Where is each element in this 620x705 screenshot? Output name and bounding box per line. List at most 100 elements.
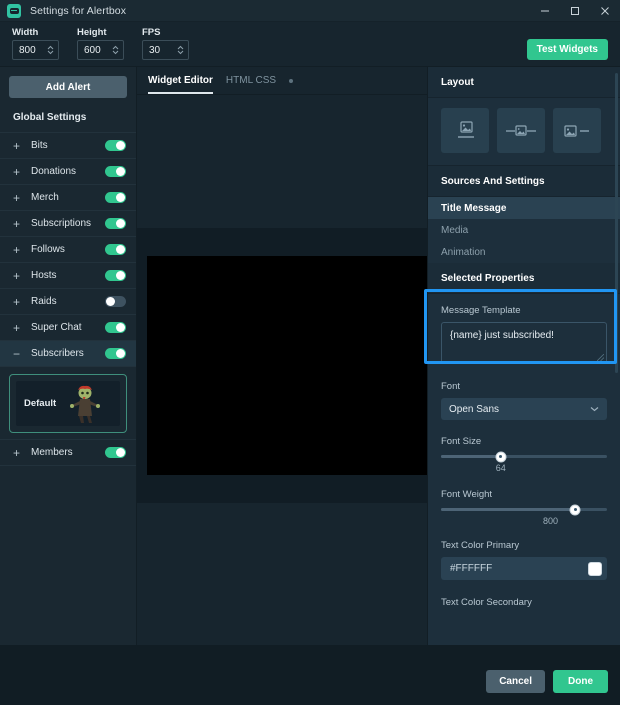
sidebar-item-members[interactable]: + Members [0, 440, 136, 466]
sidebar-item-raids[interactable]: + Raids [0, 289, 136, 315]
tab-widget-editor[interactable]: Widget Editor [148, 67, 213, 94]
window-title: Settings for Alertbox [30, 4, 127, 17]
color-swatch-icon[interactable] [588, 561, 602, 576]
sidebar-item-label: Bits [31, 140, 48, 151]
follows-toggle[interactable] [105, 244, 126, 255]
layout-image-above-text[interactable] [441, 108, 489, 153]
message-template-input[interactable]: {name} just subscribed! [441, 322, 607, 364]
panel-scrollbar[interactable] [615, 73, 618, 373]
minimize-icon[interactable] [530, 0, 560, 21]
font-weight-value: 800 [543, 516, 559, 526]
width-stepper-icon[interactable] [46, 44, 55, 56]
font-label: Font [441, 381, 461, 392]
layout-options [428, 98, 620, 166]
height-field-group: Height 600 [77, 27, 124, 60]
width-label: Width [12, 27, 39, 38]
editor-tabs: Widget Editor HTML CSS [137, 67, 427, 95]
preset-list: Default [0, 367, 136, 440]
sidebar-item-label: Members [31, 447, 73, 458]
zombie-character-image [70, 385, 100, 423]
done-button[interactable]: Done [553, 669, 608, 693]
source-item-title-message[interactable]: Title Message [428, 197, 620, 219]
widget-preview-area[interactable] [137, 95, 427, 645]
global-settings-heading: Global Settings [0, 106, 136, 133]
test-widgets-button[interactable]: Test Widgets [526, 39, 608, 60]
add-alert-button[interactable]: Add Alert [9, 76, 127, 98]
bits-toggle[interactable] [105, 140, 126, 151]
sidebar-item-donations[interactable]: + Donations [0, 159, 136, 185]
properties-scroll[interactable]: Layout Sources And Settings Title Messag… [428, 67, 620, 645]
resize-grip-icon[interactable] [597, 354, 604, 361]
font-size-control: Font Size 64 [441, 436, 607, 473]
sidebar-item-merch[interactable]: + Merch [0, 185, 136, 211]
height-stepper-icon[interactable] [111, 44, 120, 56]
tab-html-css[interactable]: HTML CSS [226, 67, 276, 94]
layout-text-inline[interactable] [497, 108, 545, 153]
sidebar-item-label: Merch [31, 192, 59, 203]
expand-plus-icon[interactable]: + [13, 218, 23, 230]
width-input[interactable]: 800 [12, 40, 59, 60]
expand-plus-icon[interactable]: + [13, 322, 23, 334]
layout-image-left-text[interactable] [553, 108, 601, 153]
preview-canvas[interactable] [147, 256, 427, 475]
expand-plus-icon[interactable]: + [13, 270, 23, 282]
chevron-down-icon [590, 404, 599, 415]
window-controls [530, 0, 620, 21]
fps-input[interactable]: 30 [142, 40, 189, 60]
close-icon[interactable] [590, 0, 620, 21]
raids-toggle[interactable] [105, 296, 126, 307]
properties-form: Message Template {name} just subscribed!… [428, 294, 620, 608]
super-chat-toggle[interactable] [105, 322, 126, 333]
text-color-primary-control: Text Color Primary #FFFFFF [441, 540, 607, 580]
cancel-button[interactable]: Cancel [486, 669, 545, 693]
font-size-slider[interactable] [441, 451, 607, 462]
hosts-toggle[interactable] [105, 270, 126, 281]
collapse-minus-icon[interactable]: − [13, 348, 23, 360]
text-color-primary-input[interactable]: #FFFFFF [441, 557, 607, 580]
subscriptions-toggle[interactable] [105, 218, 126, 229]
expand-plus-icon[interactable]: + [13, 140, 23, 152]
expand-plus-icon[interactable]: + [13, 166, 23, 178]
font-weight-control: Font Weight 800 [441, 489, 607, 526]
expand-plus-icon[interactable]: + [13, 192, 23, 204]
footer-bar: Cancel Done [0, 657, 620, 705]
height-input[interactable]: 600 [77, 40, 124, 60]
sidebar-item-subscriptions[interactable]: + Subscriptions [0, 211, 136, 237]
message-template-label: Message Template [441, 305, 521, 316]
sidebar: Add Alert Global Settings + Bits + Donat… [0, 67, 137, 645]
merch-toggle[interactable] [105, 192, 126, 203]
sidebar-item-follows[interactable]: + Follows [0, 237, 136, 263]
font-select[interactable]: Open Sans [441, 398, 607, 420]
sidebar-item-super-chat[interactable]: + Super Chat [0, 315, 136, 341]
sidebar-item-label: Raids [31, 296, 57, 307]
expand-plus-icon[interactable]: + [13, 244, 23, 256]
message-template-value: {name} just subscribed! [450, 330, 554, 341]
donations-toggle[interactable] [105, 166, 126, 177]
settings-window: Settings for Alertbox Width 800 Height 6… [0, 0, 620, 705]
expand-plus-icon[interactable]: + [13, 447, 23, 459]
sidebar-item-label: Donations [31, 166, 77, 177]
sidebar-item-label: Super Chat [31, 322, 82, 333]
font-weight-slider[interactable] [441, 504, 607, 515]
font-weight-slider-knob[interactable] [569, 504, 581, 515]
sources-section-title: Sources And Settings [428, 166, 620, 197]
fps-stepper-icon[interactable] [176, 44, 185, 56]
expand-plus-icon[interactable]: + [13, 296, 23, 308]
font-size-slider-knob[interactable] [495, 451, 507, 462]
font-weight-slider-fill [441, 508, 576, 511]
app-logo-icon [7, 3, 21, 18]
source-item-animation[interactable]: Animation [428, 241, 620, 263]
height-value: 600 [84, 44, 101, 56]
sidebar-item-bits[interactable]: + Bits [0, 133, 136, 159]
font-value: Open Sans [449, 403, 500, 415]
maximize-icon[interactable] [560, 0, 590, 21]
preset-card-default[interactable]: Default [9, 374, 127, 433]
subscribers-toggle[interactable] [105, 348, 126, 359]
width-value: 800 [19, 44, 36, 56]
fps-value: 30 [149, 44, 161, 56]
sidebar-item-subscribers[interactable]: − Subscribers [0, 341, 136, 367]
line-image-line-icon [506, 124, 536, 136]
source-item-media[interactable]: Media [428, 219, 620, 241]
members-toggle[interactable] [105, 447, 126, 458]
sidebar-item-hosts[interactable]: + Hosts [0, 263, 136, 289]
